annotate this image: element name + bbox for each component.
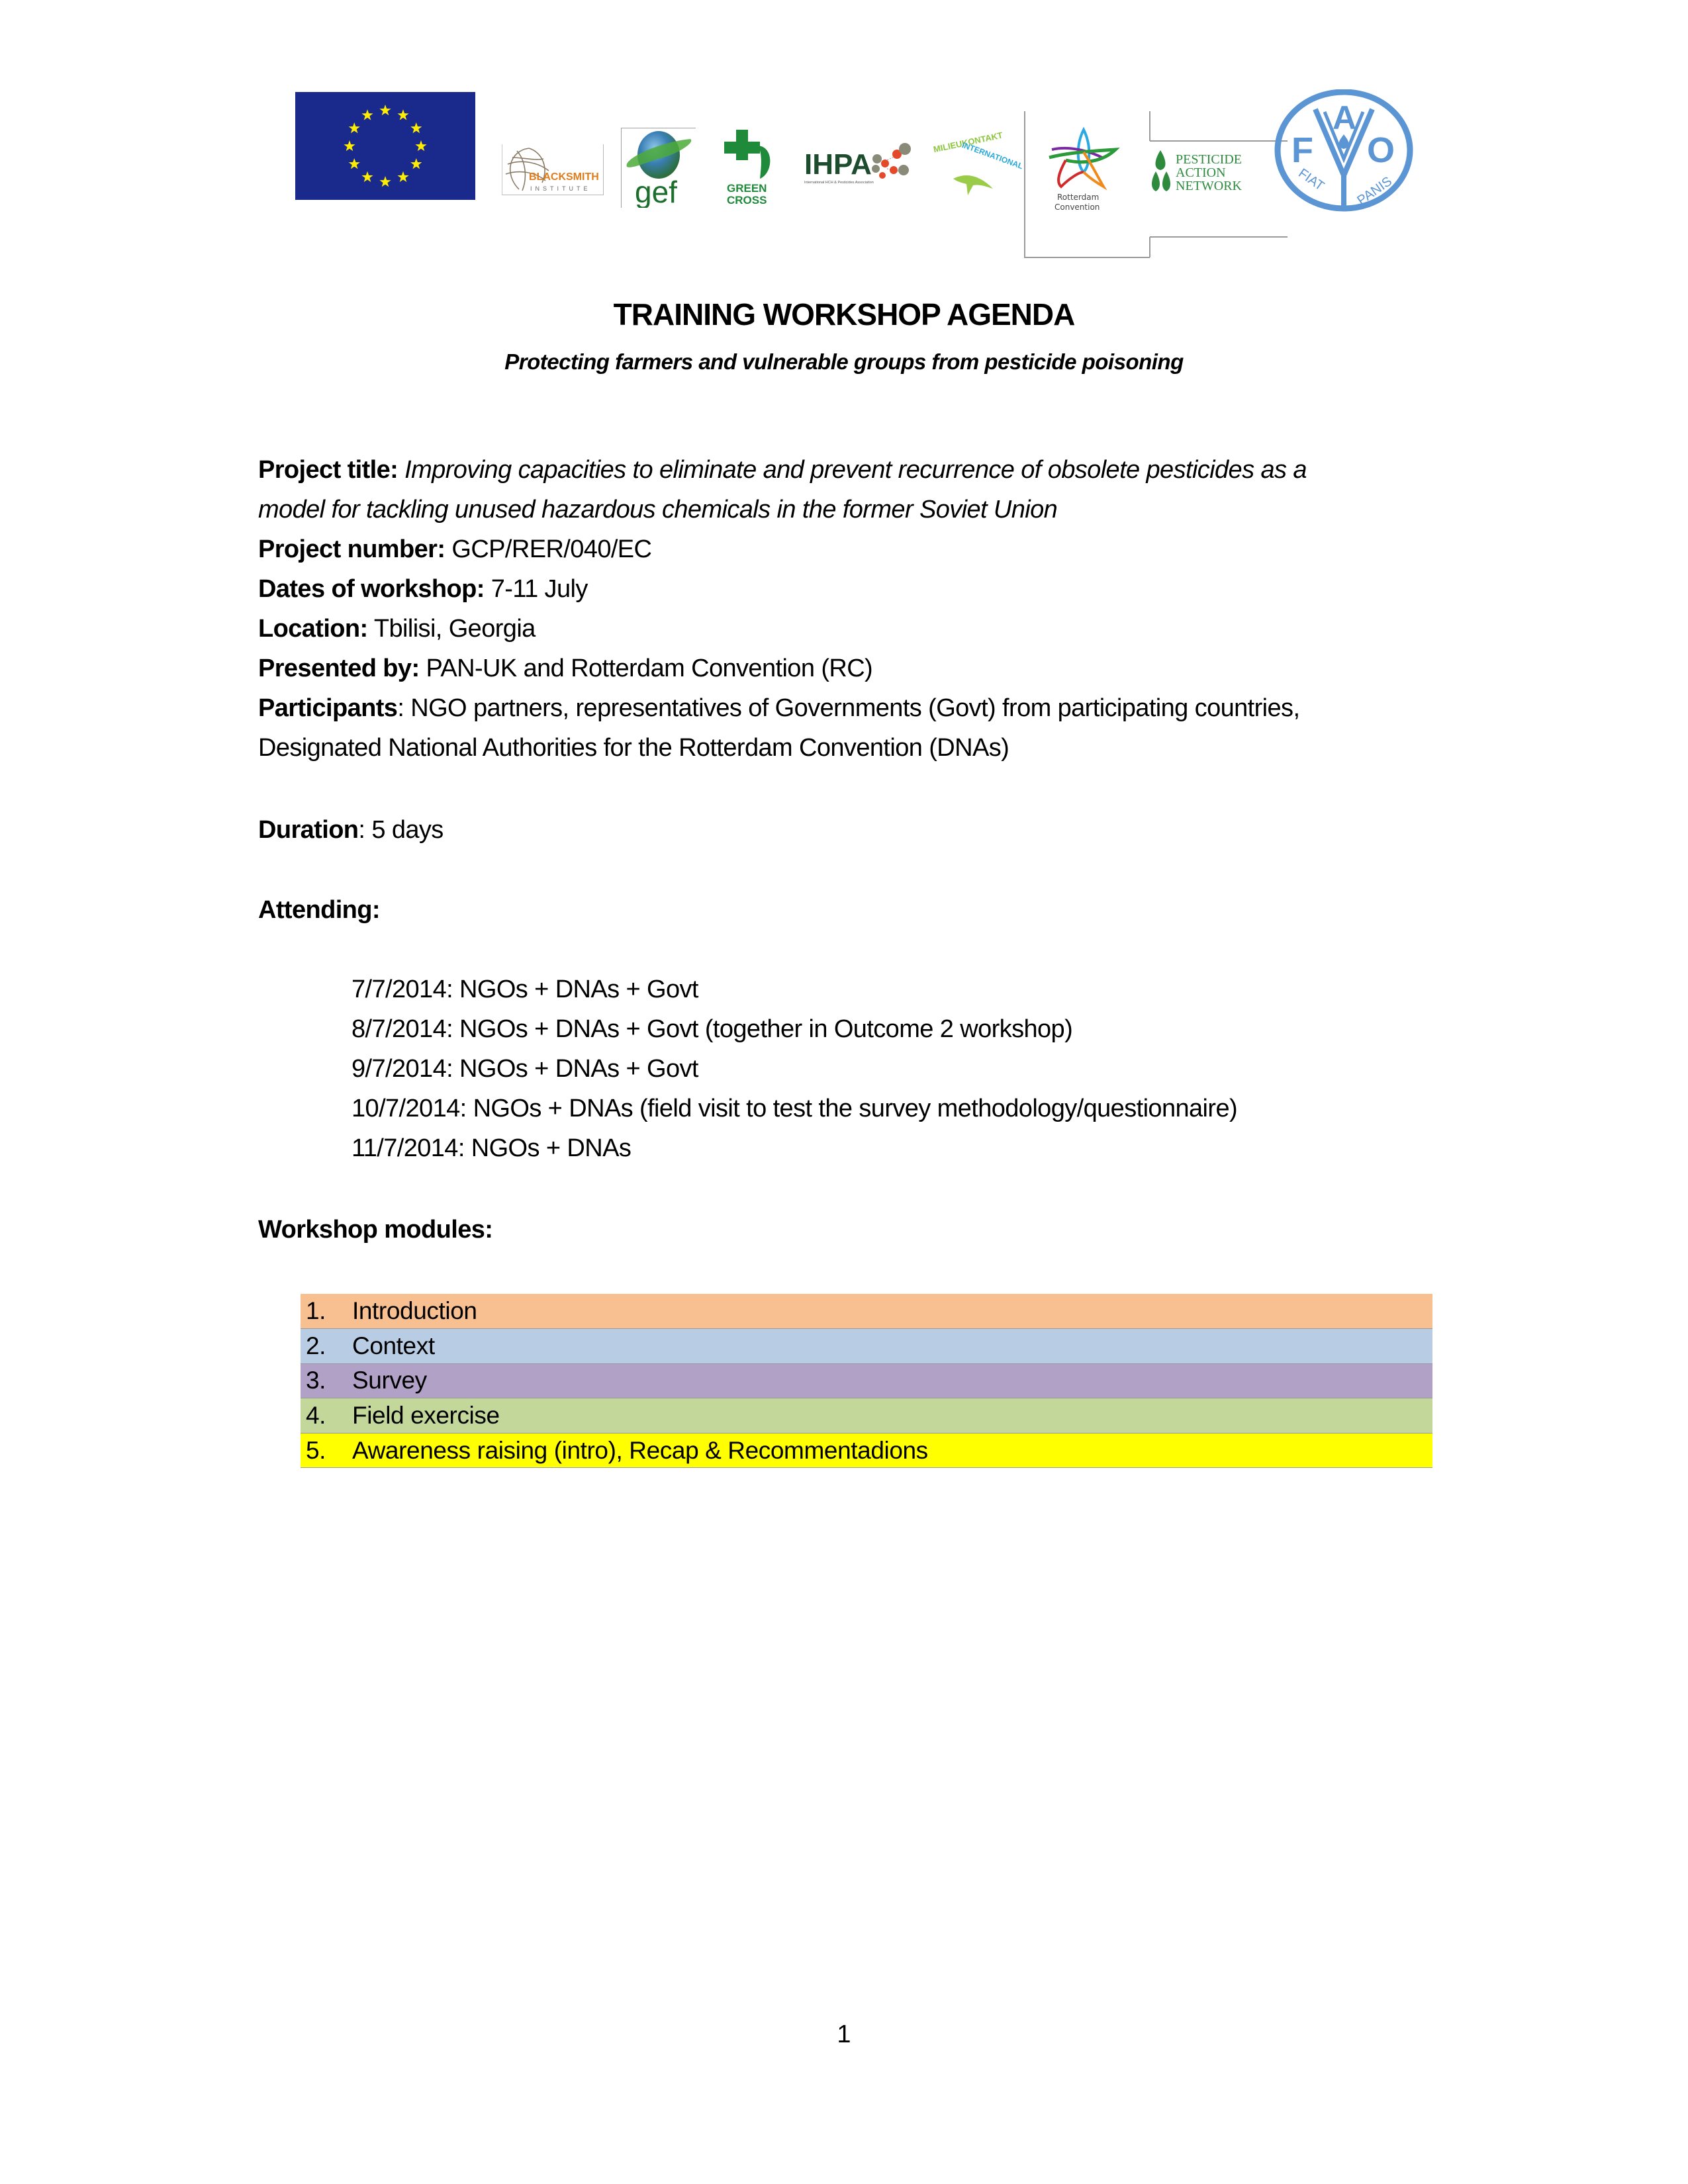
dates-line: Dates of workshop: 7-11 July — [258, 569, 1436, 609]
module-number: 2. — [301, 1328, 352, 1364]
attendance-entry: 9/7/2014: NGOs + DNAs + Govt — [352, 1055, 698, 1083]
presented-by-value: PAN-UK and Rotterdam Convention (RC) — [426, 655, 873, 682]
dates-value: 7-11 July — [491, 575, 588, 603]
module-number: 5. — [301, 1433, 352, 1469]
svg-text:IHPA: IHPA — [804, 148, 872, 181]
location-value: Tbilisi, Georgia — [373, 615, 536, 643]
presented-by-line: Presented by: PAN-UK and Rotterdam Conve… — [258, 649, 1436, 688]
module-label: Field exercise — [352, 1398, 1432, 1433]
globe-icon: BLACKSMITH INSTITUTE — [505, 148, 599, 192]
svg-text:gef: gef — [635, 175, 677, 208]
svg-text:BLACKSMITH: BLACKSMITH — [529, 171, 599, 183]
svg-text:NETWORK UK: NETWORK UK — [1176, 179, 1243, 193]
fao-logo: F A O FIAT PANIS — [1274, 89, 1413, 212]
project-number-label: Project number: — [258, 535, 445, 563]
participants-label: Participants — [258, 694, 398, 722]
module-row: 3. Survey — [301, 1363, 1432, 1399]
participants-line: Participants: NGO partners, representati… — [258, 688, 1436, 728]
svg-text:A: A — [1333, 99, 1356, 136]
ihpa-logo: IHPA International HCH & Pesticides Asso… — [804, 142, 917, 189]
location-line: Location: Tbilisi, Georgia — [258, 609, 1436, 649]
module-row: 5. Awareness raising (intro), Recap & Re… — [301, 1433, 1432, 1469]
svg-text:INTERNATIONAL: INTERNATIONAL — [961, 140, 1024, 171]
module-label: Introduction — [352, 1294, 1432, 1330]
milieukontakt-logo: MILIEUKONTAKT INTERNATIONAL — [927, 106, 1026, 212]
project-title-value-continued: model for tackling unused hazardous chem… — [258, 496, 1058, 523]
module-row: 4. Field exercise — [301, 1398, 1432, 1433]
svg-text:FIAT: FIAT — [1295, 166, 1327, 194]
modules-table: 1. Introduction 2. Context 3. Survey 4. … — [301, 1294, 1432, 1469]
module-row: 1. Introduction — [301, 1294, 1432, 1330]
document-title: TRAINING WORKSHOP AGENDA — [613, 297, 1076, 332]
document-subtitle: Protecting farmers and vulnerable groups… — [504, 349, 1184, 374]
molecule-icon: IHPA International HCH & Pesticides Asso… — [804, 143, 911, 185]
attendance-entry: 10/7/2014: NGOs + DNAs (field visit to t… — [352, 1095, 1238, 1122]
blacksmith-institute-logo: BLACKSMITH INSTITUTE — [502, 144, 604, 195]
wheat-ear-icon: F A O FIAT PANIS — [1274, 89, 1413, 212]
attending-heading: Attending: — [258, 896, 381, 924]
duration-line: Duration: 5 days — [258, 810, 1436, 850]
svg-text:ACTION: ACTION — [1176, 165, 1226, 180]
project-title-line: Project title: Improving capacities to e… — [258, 450, 1436, 490]
eu-stars-icon — [295, 92, 475, 200]
duration-label: Duration — [258, 816, 359, 844]
attendance-entry: 11/7/2014: NGOs + DNAs — [352, 1134, 632, 1162]
svg-text:Rotterdam: Rotterdam — [1057, 193, 1099, 202]
dates-label: Dates of workshop: — [258, 575, 485, 603]
eu-flag-logo — [295, 92, 475, 200]
project-title-value: Improving capacities to eliminate and pr… — [404, 456, 1307, 484]
project-title-label: Project title: — [258, 456, 399, 484]
modules-heading: Workshop modules: — [258, 1216, 493, 1244]
attendance-entry: 7/7/2014: NGOs + DNAs + Govt — [352, 976, 698, 1003]
bird-icon: MILIEUKONTAKT INTERNATIONAL — [933, 130, 1024, 195]
presented-by-label: Presented by: — [258, 655, 420, 682]
cross-leaf-icon: GREEN CROSS — [724, 130, 771, 206]
module-label: Context — [352, 1328, 1432, 1364]
project-metadata: Project title: Improving capacities to e… — [258, 450, 1436, 768]
duration-value: : 5 days — [358, 816, 444, 844]
project-number-line: Project number: GCP/RER/040/EC — [258, 529, 1436, 569]
attendance-entry: 8/7/2014: NGOs + DNAs + Govt (together i… — [352, 1015, 1073, 1043]
svg-text:Convention: Convention — [1055, 203, 1100, 212]
module-number: 4. — [301, 1398, 352, 1433]
svg-text:GREEN: GREEN — [727, 182, 767, 195]
pan-uk-logo: PESTICIDE ACTION NETWORK UK — [1150, 149, 1264, 195]
star-icon: Rotterdam Convention — [1049, 126, 1120, 212]
module-row: 2. Context — [301, 1328, 1432, 1364]
participants-value: : NGO partners, representatives of Gover… — [397, 694, 1300, 722]
module-label: Survey — [352, 1363, 1432, 1399]
green-cross-logo: GREEN CROSS — [722, 127, 781, 206]
svg-text:International HCH & Pesticides: International HCH & Pesticides Associati… — [804, 181, 874, 185]
globe-ring-icon: gef — [626, 131, 692, 209]
rotterdam-convention-logo: Rotterdam Convention — [1043, 126, 1125, 212]
svg-text:O: O — [1367, 130, 1395, 170]
module-number: 3. — [301, 1363, 352, 1399]
svg-text:INSTITUTE: INSTITUTE — [530, 185, 591, 192]
module-number: 1. — [301, 1294, 352, 1330]
svg-text:PESTICIDE: PESTICIDE — [1176, 152, 1242, 167]
page-number: 1 — [837, 2021, 851, 2048]
attendance-list: 7/7/2014: NGOs + DNAs + Govt 8/7/2014: N… — [352, 970, 1238, 1168]
location-label: Location: — [258, 615, 368, 643]
svg-text:F: F — [1291, 130, 1313, 170]
project-number-value: GCP/RER/040/EC — [451, 535, 652, 563]
participants-value-continued: Designated National Authorities for the … — [258, 734, 1009, 762]
module-label: Awareness raising (intro), Recap & Recom… — [352, 1433, 1432, 1469]
drops-icon: PESTICIDE ACTION NETWORK UK — [1152, 150, 1264, 193]
svg-text:CROSS: CROSS — [727, 194, 767, 205]
gef-logo: gef — [621, 128, 696, 209]
